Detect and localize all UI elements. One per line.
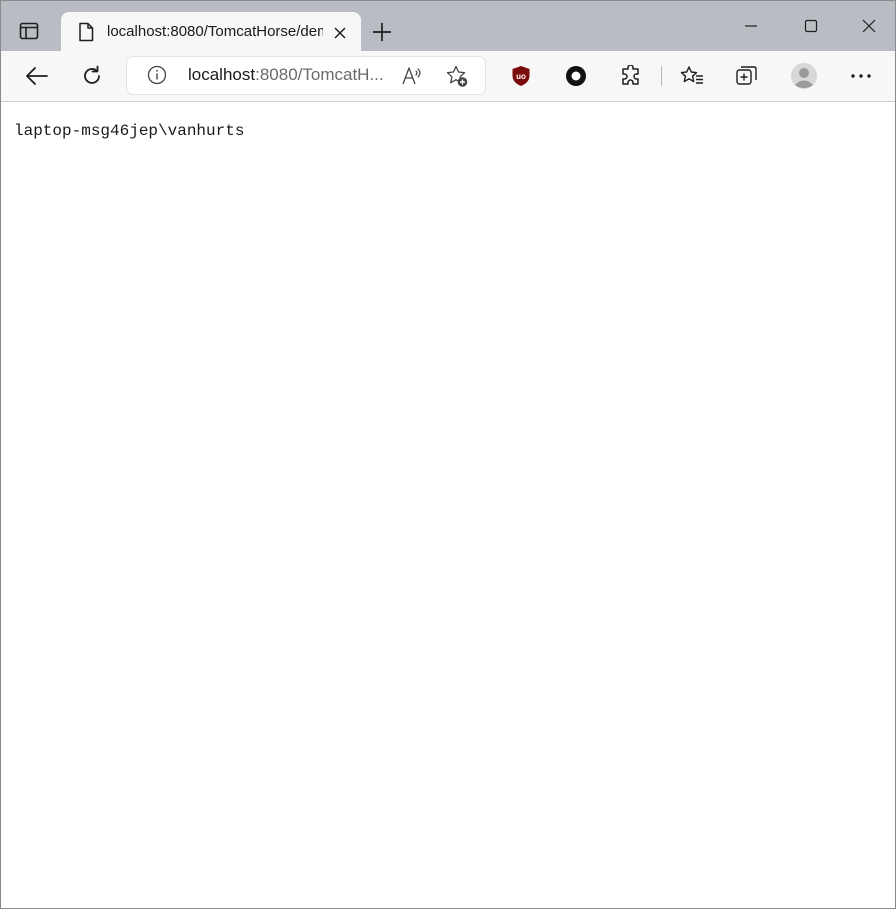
tab-title: localhost:8080/TomcatHorse/demo <box>107 23 323 40</box>
page-icon <box>77 22 95 42</box>
tab-actions-icon[interactable] <box>15 17 43 45</box>
page-content: laptop-msg46jep\vanhurts <box>1 102 895 908</box>
close-window-icon[interactable] <box>849 9 889 43</box>
browser-window: localhost:8080/TomcatHorse/demo localhos… <box>0 0 896 909</box>
maximize-icon[interactable] <box>791 9 831 43</box>
minimize-icon[interactable] <box>731 9 771 43</box>
add-favorite-icon[interactable] <box>445 64 469 88</box>
collections-icon[interactable] <box>731 61 763 91</box>
new-tab-plus-icon[interactable] <box>367 17 397 47</box>
toolbar: localhost:8080/TomcatH... uo <box>1 51 895 102</box>
back-arrow-icon[interactable] <box>21 61 53 91</box>
page-text: laptop-msg46jep\vanhurts <box>14 122 245 140</box>
url-host: localhost <box>188 65 256 84</box>
active-tab[interactable]: localhost:8080/TomcatHorse/demo <box>61 12 361 51</box>
url-text: localhost:8080/TomcatH... <box>188 65 393 85</box>
profile-avatar-icon[interactable] <box>788 61 820 91</box>
toolbar-separator <box>661 66 662 86</box>
refresh-icon[interactable] <box>76 61 108 91</box>
info-icon[interactable] <box>147 65 167 85</box>
puzzle-icon[interactable] <box>615 61 647 91</box>
more-icon[interactable] <box>845 61 877 91</box>
url-rest: :8080/TomcatH... <box>255 65 384 84</box>
read-aloud-icon[interactable] <box>401 65 423 87</box>
address-bar[interactable]: localhost:8080/TomcatH... <box>127 57 485 94</box>
tab-close-icon[interactable] <box>331 24 349 42</box>
circle-extension-icon[interactable] <box>560 61 592 91</box>
tab-strip: localhost:8080/TomcatHorse/demo <box>1 1 895 51</box>
favorites-icon[interactable] <box>676 61 708 91</box>
svg-text:uo: uo <box>516 72 526 81</box>
ublock-origin-icon[interactable]: uo <box>505 61 537 91</box>
